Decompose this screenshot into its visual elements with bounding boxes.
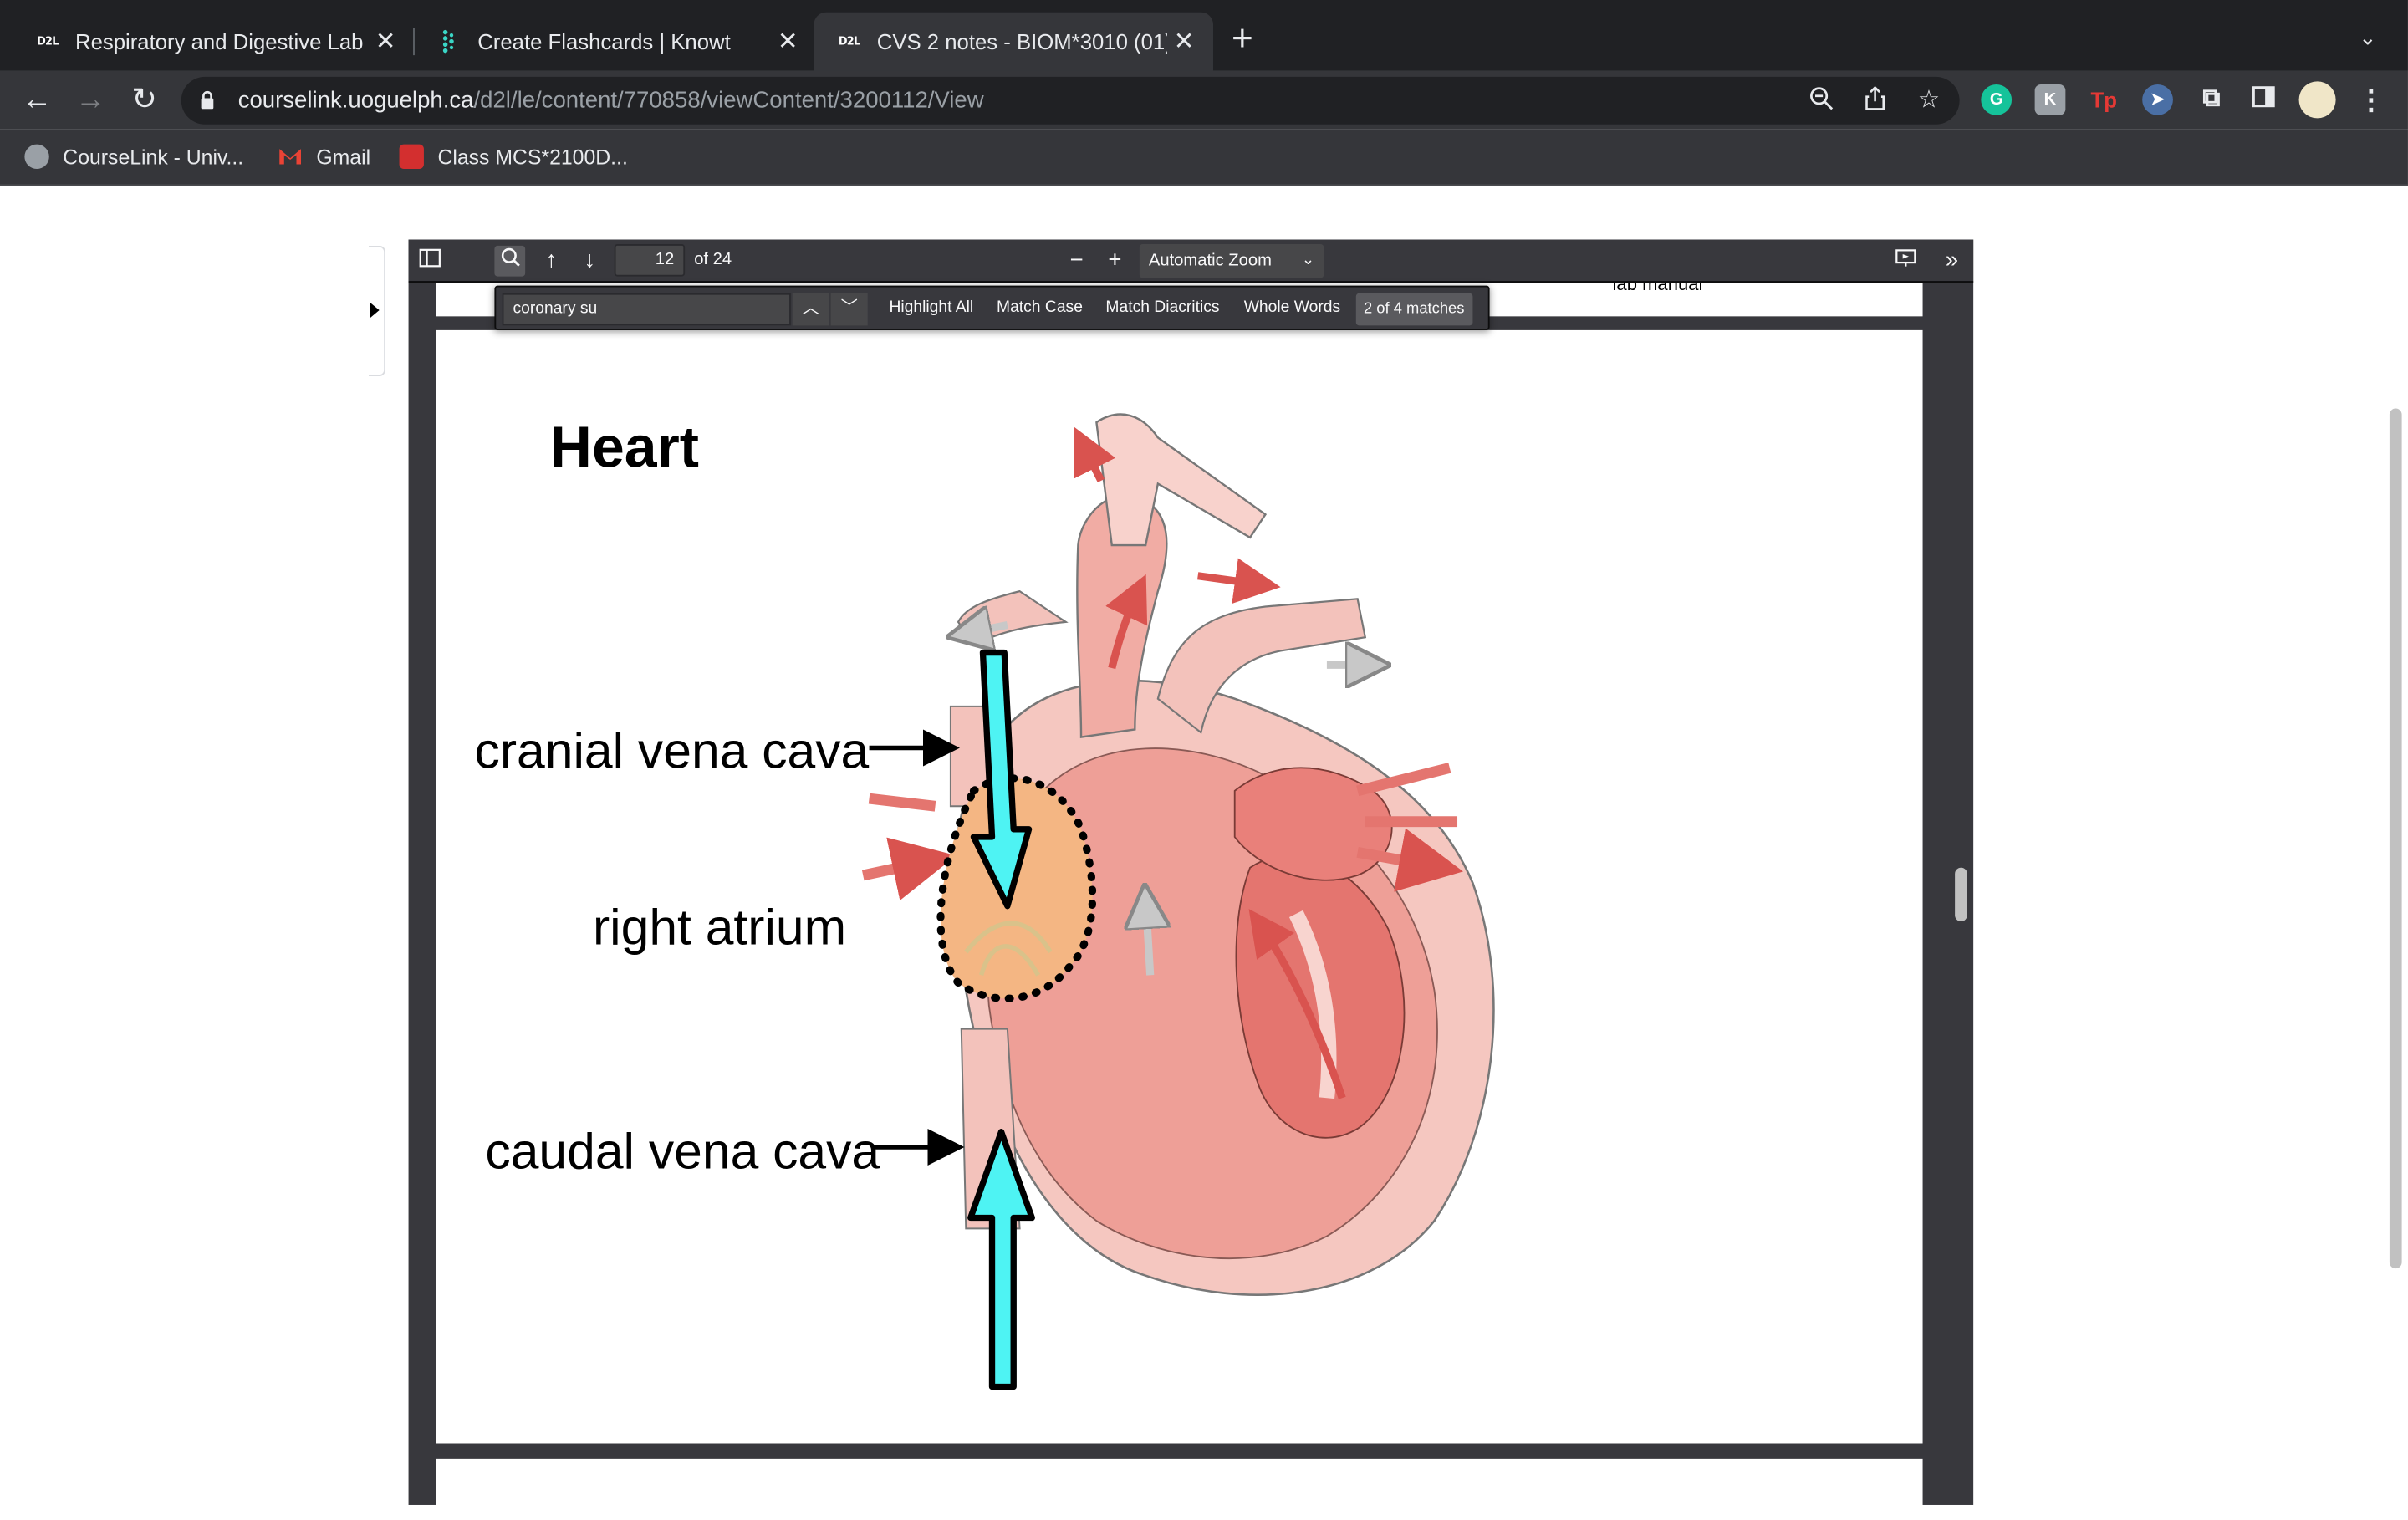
zoom-icon[interactable]	[1806, 86, 1837, 117]
caret-right-icon	[370, 302, 380, 319]
d2l-icon: D2L	[838, 35, 860, 48]
close-tab-icon[interactable]: ✕	[369, 26, 402, 57]
bookmark-courselink[interactable]: CourseLink - Univ...	[24, 144, 244, 170]
bookmark-label: Class MCS*2100D...	[437, 145, 628, 169]
address-bar[interactable]: courselink.uoguelph.ca/d2l/le/content/77…	[181, 76, 1960, 125]
close-tab-icon[interactable]: ✕	[1167, 26, 1201, 57]
page-scrollbar-thumb[interactable]	[2389, 408, 2402, 1269]
pdf-scrollbar-thumb[interactable]	[1955, 867, 1967, 922]
next-page-icon[interactable]: ↓	[574, 246, 605, 277]
tp-extension-icon[interactable]: Tp	[2089, 84, 2120, 115]
bookmark-label: Gmail	[316, 145, 371, 169]
next-page	[436, 1458, 1923, 1520]
share-icon[interactable]	[1860, 85, 1890, 117]
find-input[interactable]: coronary su	[502, 293, 791, 326]
cursor-extension-icon[interactable]: ➤	[2142, 84, 2173, 115]
zoom-out-icon[interactable]: −	[1061, 246, 1092, 277]
close-tab-icon[interactable]: ✕	[771, 26, 804, 57]
tab-respiratory-lab[interactable]: D2L Respiratory and Digestive Lab ✕	[13, 13, 415, 71]
bookmark-gmail[interactable]: Gmail	[278, 145, 370, 169]
tab-knowt[interactable]: Create Flashcards | Knowt ✕	[415, 13, 817, 71]
extension-k-icon[interactable]: K	[2034, 84, 2066, 115]
menu-kebab-icon[interactable]: ⋮	[2355, 84, 2386, 115]
match-case-option[interactable]: Match Case	[997, 298, 1083, 316]
tab-cvs-notes[interactable]: D2L CVS 2 notes - BIOM*3010 (01) ✕	[814, 12, 1213, 71]
bookmark-label: CourseLink - Univ...	[63, 145, 244, 169]
url-text: courselink.uoguelph.ca/d2l/le/content/77…	[238, 88, 984, 114]
highlight-all-option[interactable]: Highlight All	[889, 298, 973, 316]
sidebar-toggle-icon[interactable]	[415, 246, 446, 277]
presentation-mode-icon[interactable]	[1890, 246, 1921, 277]
find-previous-button[interactable]: ︿	[792, 293, 829, 326]
profile-avatar[interactable]	[2298, 81, 2336, 119]
tab-title: CVS 2 notes - BIOM*3010 (01)	[876, 28, 1167, 54]
find-bar: coronary su ︿ ﹀ Highlight All Match Case…	[494, 285, 1490, 330]
find-results-count: 2 of 4 matches	[1355, 293, 1472, 326]
bookmark-star-icon[interactable]: ☆	[1914, 86, 1945, 117]
chevron-down-icon: ⌄	[1301, 252, 1315, 269]
zoom-select[interactable]: Automatic Zoom ⌄	[1139, 244, 1324, 278]
whole-words-option[interactable]: Whole Words	[1244, 298, 1340, 316]
bookmark-class-mcs[interactable]: Class MCS*2100D...	[399, 144, 628, 170]
pdf-viewer: lab manual Heart cranial vena cava right…	[408, 239, 1974, 1520]
back-button[interactable]: ←	[17, 80, 57, 120]
reload-button[interactable]: ↻	[125, 80, 165, 120]
pdf-toolbar: ↑ ↓ 12 of 24 − + Automatic Zoom ⌄ »	[408, 239, 1974, 283]
page-count: of 24	[694, 250, 732, 269]
forward-button[interactable]: →	[70, 80, 110, 120]
url-host: courselink.uoguelph.ca	[237, 87, 474, 114]
zoom-in-icon[interactable]: +	[1099, 246, 1130, 277]
find-next-button[interactable]: ﹀	[830, 293, 868, 326]
globe-icon	[24, 144, 49, 170]
extensions-puzzle-icon[interactable]: ⧉	[2196, 84, 2227, 115]
pdf-page: Heart cranial vena cava right atrium cau…	[436, 329, 1923, 1444]
content-sidebar-toggle[interactable]	[368, 245, 386, 376]
mcgraw-hill-icon	[399, 144, 424, 170]
bookmarks-bar: CourseLink - Univ... Gmail Class MCS*210…	[0, 129, 2408, 186]
page-scrollbar[interactable]	[2385, 186, 2408, 1505]
tab-title: Create Flashcards | Knowt	[477, 28, 731, 54]
knowt-icon	[436, 29, 464, 54]
d2l-icon: D2L	[37, 35, 59, 48]
find-icon[interactable]	[494, 245, 526, 277]
browser-toolbar: ← → ↻ courselink.uoguelph.ca/d2l/le/cont…	[0, 70, 2408, 130]
new-tab-button[interactable]: +	[1232, 21, 1253, 59]
match-diacritics-option[interactable]: Match Diacritics	[1105, 298, 1219, 316]
url-path: /d2l/le/content/770858/viewContent/32001…	[473, 87, 984, 114]
side-panel-icon[interactable]	[2248, 84, 2279, 115]
previous-page-icon[interactable]: ↑	[536, 246, 567, 277]
grammarly-icon[interactable]: G	[1981, 84, 2013, 115]
page-number-input[interactable]: 12	[614, 244, 686, 277]
tab-search-icon[interactable]: ⌄	[2359, 24, 2377, 50]
gmail-icon	[279, 149, 301, 165]
zoom-value: Automatic Zoom	[1148, 252, 1272, 271]
lock-icon	[201, 90, 214, 110]
tab-strip: D2L Respiratory and Digestive Lab ✕ Crea…	[0, 0, 2408, 71]
tab-title: Respiratory and Digestive Lab	[74, 28, 364, 54]
tools-menu-icon[interactable]: »	[1936, 246, 1967, 277]
heart-diagram	[861, 413, 1923, 1390]
